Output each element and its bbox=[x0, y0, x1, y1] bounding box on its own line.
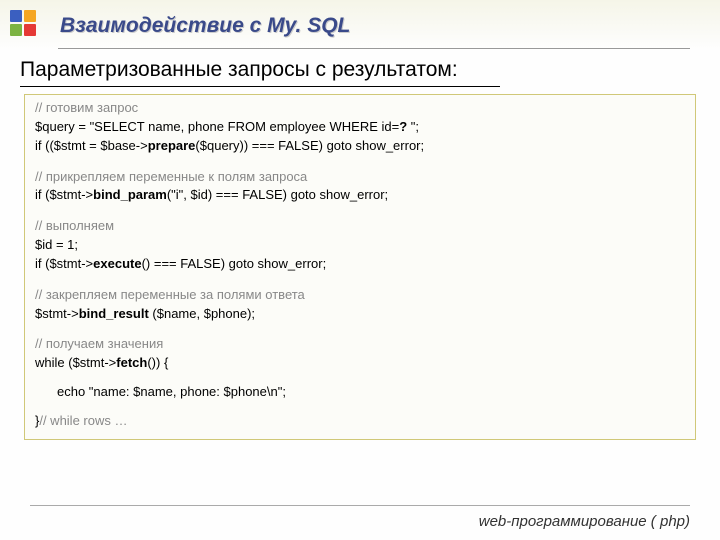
code-comment: // получаем значения bbox=[35, 336, 163, 351]
subtitle: Параметризованные запросы с результатом: bbox=[20, 58, 458, 82]
logo-icon bbox=[8, 6, 50, 42]
code-section-bind-result: // закрепляем переменные за полями ответ… bbox=[35, 286, 685, 324]
subtitle-underline bbox=[20, 86, 500, 87]
code-line: }// while rows … bbox=[35, 412, 685, 431]
code-section-bind-param: // прикрепляем переменные к полям запрос… bbox=[35, 168, 685, 206]
code-line: echo "name: $name, phone: $phone\n"; bbox=[35, 383, 685, 402]
code-comment: // закрепляем переменные за полями ответ… bbox=[35, 287, 305, 302]
code-line: $stmt->bind_result ($name, $phone); bbox=[35, 305, 685, 324]
code-line: if (($stmt = $base->prepare($query)) ===… bbox=[35, 137, 685, 156]
code-line: if ($stmt->execute() === FALSE) goto sho… bbox=[35, 255, 685, 274]
code-comment: // прикрепляем переменные к полям запрос… bbox=[35, 169, 307, 184]
code-comment: // готовим запрос bbox=[35, 100, 138, 115]
title-divider bbox=[58, 48, 690, 49]
code-line: $id = 1; bbox=[35, 236, 685, 255]
code-line: $query = "SELECT name, phone FROM employ… bbox=[35, 118, 685, 137]
code-line: while ($stmt->fetch()) { bbox=[35, 354, 685, 373]
code-comment: // выполняем bbox=[35, 218, 114, 233]
code-section-execute: // выполняем $id = 1; if ($stmt->execute… bbox=[35, 217, 685, 274]
code-line: if ($stmt->bind_param("i", $id) === FALS… bbox=[35, 186, 685, 205]
page-title: Взаимодействие с My. SQL bbox=[60, 14, 350, 38]
code-block: // готовим запрос $query = "SELECT name,… bbox=[24, 94, 696, 440]
code-section-prepare: // готовим запрос $query = "SELECT name,… bbox=[35, 99, 685, 156]
code-comment: // while rows … bbox=[39, 413, 127, 428]
footer-divider bbox=[30, 505, 690, 506]
code-section-fetch: // получаем значения while ($stmt->fetch… bbox=[35, 335, 685, 430]
footer-text: web-программирование ( php) bbox=[479, 513, 690, 530]
